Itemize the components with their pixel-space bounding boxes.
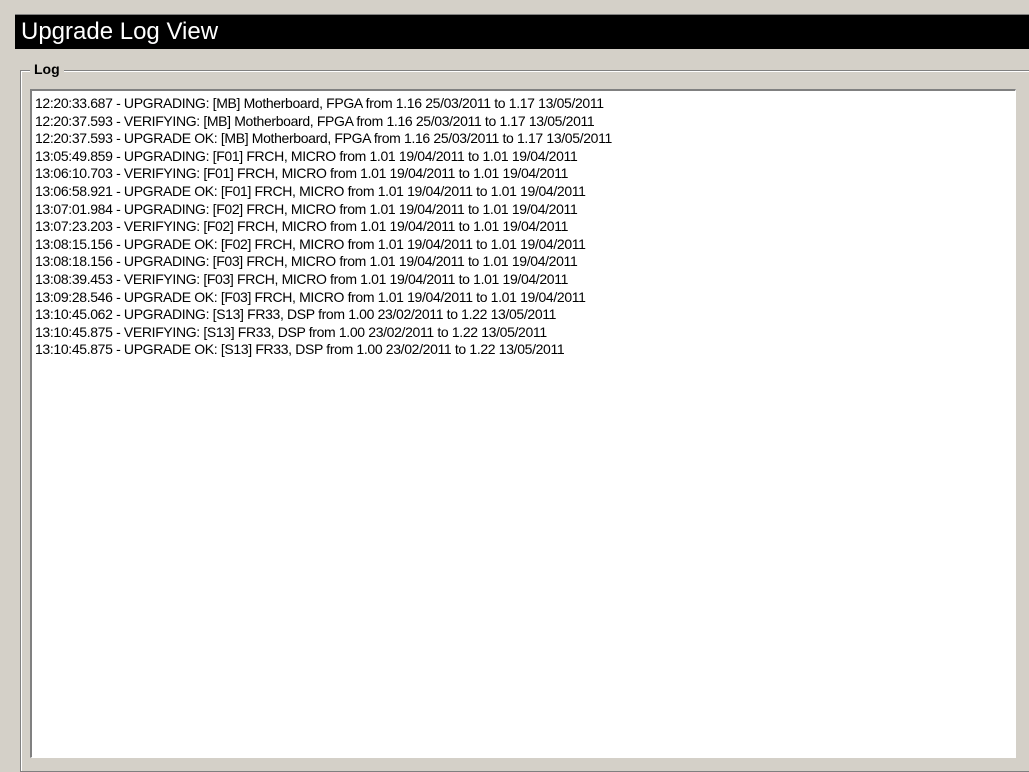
log-line: 12:20:37.593 - VERIFYING: [MB] Motherboa…	[35, 112, 595, 129]
upgrade-log-window: Upgrade Log View Log 12:20:33.687 - UPGR…	[0, 0, 1029, 772]
log-line: 13:05:49.859 - UPGRADING: [F01] FRCH, MI…	[35, 147, 578, 164]
log-groupbox-label: Log	[30, 60, 64, 78]
log-line: 13:07:01.984 - UPGRADING: [F02] FRCH, MI…	[35, 200, 578, 217]
log-line: 13:10:45.875 - VERIFYING: [S13] FR33, DS…	[35, 323, 547, 340]
log-line: 13:06:58.921 - UPGRADE OK: [F01] FRCH, M…	[35, 182, 586, 199]
title-bar: Upgrade Log View	[15, 14, 1029, 49]
log-line: 13:09:28.546 - UPGRADE OK: [F03] FRCH, M…	[35, 288, 586, 305]
log-line: 12:20:33.687 - UPGRADING: [MB] Motherboa…	[35, 95, 604, 111]
log-line: 13:06:10.703 - VERIFYING: [F01] FRCH, MI…	[35, 165, 569, 182]
log-line: 13:08:39.453 - VERIFYING: [F03] FRCH, MI…	[35, 270, 569, 287]
log-line: 12:20:37.593 - UPGRADE OK: [MB] Motherbo…	[35, 130, 612, 147]
window-title: Upgrade Log View	[21, 18, 219, 45]
log-line: 13:10:45.062 - UPGRADING: [S13] FR33, DS…	[35, 306, 557, 323]
log-line: 13:07:23.203 - VERIFYING: [F02] FRCH, MI…	[35, 218, 569, 235]
log-line: 13:10:45.875 - UPGRADE OK: [S13] FR33, D…	[35, 341, 565, 358]
log-line: 13:08:15.156 - UPGRADE OK: [F02] FRCH, M…	[35, 235, 586, 252]
log-line: 13:08:18.156 - UPGRADING: [F03] FRCH, MI…	[35, 253, 578, 270]
log-textarea[interactable]: 12:20:33.687 - UPGRADING: [MB] Motherboa…	[30, 89, 1016, 758]
